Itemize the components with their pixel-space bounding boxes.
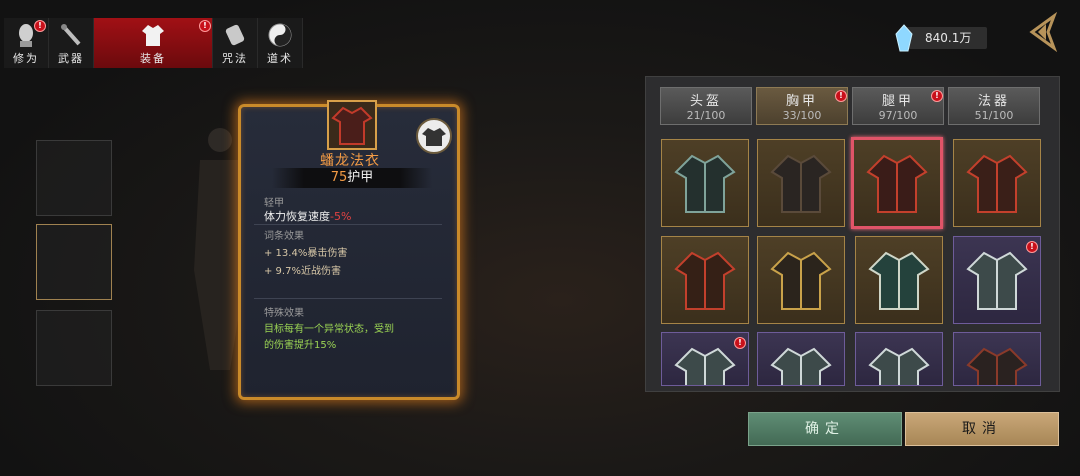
robe-icon xyxy=(674,347,736,385)
category-count: 51/100 xyxy=(974,109,1014,122)
tab-chest[interactable]: 胸甲 33/100 ! xyxy=(756,87,848,125)
stat-value: -5% xyxy=(330,210,352,223)
special-header: 特殊效果 xyxy=(264,308,304,319)
tab-legs[interactable]: 腿甲 97/100 ! xyxy=(852,87,944,125)
inventory-item[interactable] xyxy=(757,139,845,227)
alert-badge: ! xyxy=(34,20,46,32)
alert-badge: ! xyxy=(1026,241,1038,253)
tab-label: 修为 xyxy=(13,52,39,65)
equip-slot-helmet[interactable] xyxy=(36,140,112,216)
stat-label: 体力恢复速度 xyxy=(264,210,330,223)
inventory-item[interactable] xyxy=(953,332,1041,386)
robe-icon xyxy=(422,128,446,146)
tab-taoism[interactable]: 道术 xyxy=(258,18,303,68)
tab-spells[interactable]: 咒法 xyxy=(213,18,258,68)
spirit-crystal-icon xyxy=(895,24,913,52)
robe-icon xyxy=(674,251,736,310)
robe-icon xyxy=(770,347,832,385)
tab-cultivation[interactable]: ! 修为 xyxy=(4,18,49,68)
affix-header: 词条效果 xyxy=(264,231,304,242)
equip-slot-chest[interactable] xyxy=(36,224,112,300)
robe-icon xyxy=(966,154,1028,213)
category-name: 头盔 xyxy=(689,94,722,109)
alert-badge: ! xyxy=(835,90,847,102)
cancel-button[interactable]: 取消 xyxy=(905,412,1059,446)
alert-badge: ! xyxy=(931,90,943,102)
robe-icon xyxy=(966,251,1028,310)
category-name: 腿甲 xyxy=(881,94,914,109)
equip-slot-legs[interactable] xyxy=(36,310,112,386)
inventory-item[interactable]: ! xyxy=(661,332,749,386)
currency-display: 840.1万 xyxy=(893,24,988,52)
tab-label: 装备 xyxy=(140,52,166,65)
armor-unit: 护甲 xyxy=(347,170,374,185)
tab-equipment[interactable]: ! 装备 xyxy=(94,18,213,68)
item-icon xyxy=(327,100,377,150)
stat-line: 体力恢复速度-5% xyxy=(264,208,351,224)
tab-weapon[interactable]: 武器 xyxy=(49,18,94,68)
robe-icon xyxy=(770,154,832,213)
divider xyxy=(254,298,442,299)
top-nav: ! 修为 武器 ! 装备 咒法 道术 xyxy=(4,18,303,68)
confirm-button[interactable]: 确定 xyxy=(748,412,902,446)
tab-label: 道术 xyxy=(267,52,293,65)
armor-value: 75 xyxy=(330,170,348,185)
back-arrow-icon[interactable] xyxy=(1024,12,1060,52)
robe-icon xyxy=(142,25,164,46)
affix-line: + 13.4%暴击伤害 xyxy=(264,248,348,259)
inventory-item[interactable]: ! xyxy=(953,236,1041,324)
category-count: 21/100 xyxy=(686,109,726,122)
tab-label: 武器 xyxy=(58,52,84,65)
inventory-item[interactable] xyxy=(661,139,749,227)
affix-line: + 9.7%近战伤害 xyxy=(264,266,341,277)
armor-value-bar: 75护甲 xyxy=(272,168,432,188)
category-name: 胸甲 xyxy=(785,94,818,109)
divider xyxy=(254,224,442,225)
category-name: 法器 xyxy=(977,94,1010,109)
tab-artifact[interactable]: 法器 51/100 xyxy=(948,87,1040,125)
special-text-line: 的伤害提升15% xyxy=(264,340,337,351)
tab-helmet[interactable]: 头盔 21/100 xyxy=(660,87,752,125)
equipped-robe-badge xyxy=(416,118,452,154)
special-text-line: 目标每有一个异常状态，受到 xyxy=(264,324,394,335)
inventory-item[interactable] xyxy=(855,236,943,324)
inventory-item[interactable] xyxy=(757,236,845,324)
robe-icon xyxy=(866,154,928,213)
robe-icon xyxy=(674,154,736,213)
alert-badge: ! xyxy=(734,337,746,349)
alert-badge: ! xyxy=(199,20,211,32)
yin-yang-icon xyxy=(268,23,292,47)
inventory-item[interactable] xyxy=(855,332,943,386)
tab-label: 咒法 xyxy=(222,52,248,65)
inventory-item[interactable] xyxy=(953,139,1041,227)
robe-icon xyxy=(966,347,1028,385)
robe-icon xyxy=(868,251,930,310)
scroll-icon xyxy=(225,24,245,46)
weapon-icon xyxy=(61,24,81,46)
robe-icon xyxy=(770,251,832,310)
armor-type: 轻甲 xyxy=(264,198,284,209)
inventory-item[interactable] xyxy=(851,137,943,229)
category-count: 33/100 xyxy=(782,109,822,122)
robe-icon xyxy=(868,347,930,385)
robe-icon xyxy=(331,106,373,145)
category-count: 97/100 xyxy=(878,109,918,122)
inventory-item[interactable] xyxy=(661,236,749,324)
inventory-item[interactable] xyxy=(757,332,845,386)
item-name: 蟠龙法衣 xyxy=(320,153,380,169)
